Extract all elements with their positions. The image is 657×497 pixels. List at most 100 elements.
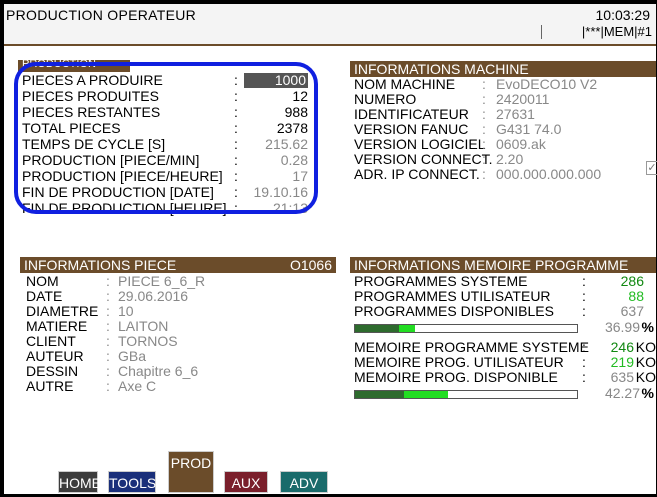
memory-percent-value: 36.99 [604,319,640,335]
memory-row-unit: KO [635,354,656,370]
piece-row-label: NOM [26,273,59,289]
machine-row-value: 2420011 [496,91,550,107]
memory-row: PROGRAMMES UTILISATEUR: 88 [354,289,656,304]
piece-heading: INFORMATIONS PIECE O1066 [20,257,336,273]
tab-tools[interactable]: TOOLS [108,471,156,493]
memory-row-value: 219 [610,354,634,370]
memory-row-value: 637 [620,303,644,319]
tab-prod[interactable]: PROD [168,451,214,493]
piece-row-colon: : [106,288,110,304]
machine-row-label: VERSION CONNECT. [354,151,493,167]
program-number: O1066 [289,257,332,273]
piece-row-value: 29.06.2016 [118,288,189,304]
memory-row: MEMOIRE PROGRAMME SYSTEME: 246 KO [354,340,656,355]
piece-row-colon: : [106,333,110,349]
machine-row-value: EvoDECO10 V2 [496,76,598,92]
machine-row-colon: : [482,136,486,152]
piece-row: DIAMETRE:10 [26,304,326,319]
memory-row-colon: : [582,303,586,319]
machine-row: VERSION LOGICIEL:0609.ak [354,137,644,152]
machine-row: IDENTIFICATEUR:27631 [354,107,644,122]
memory-row-colon: : [582,288,586,304]
piece-row: AUTEUR: GBa [26,349,326,364]
bar-system-fill [355,391,404,398]
piece-row-label: MATIERE [26,318,88,334]
piece-row: CLIENT: TORNOS [26,334,326,349]
machine-row-value: G431 74.0 [496,121,562,137]
bar-system-fill [355,325,400,332]
piece-row-value: Chapitre 6_6 [118,363,199,379]
machine-row: ADR. IP CONNECT.:000.000.000.000 [354,167,644,182]
piece-row-value: Axe C [118,378,157,394]
machine-row: NOM MACHINE: EvoDECO10 V2 [354,77,644,92]
machine-row-label: NOM MACHINE [354,76,456,92]
machine-row-colon: : [482,76,486,92]
tab-label: HOME [59,475,101,491]
piece-row-value: LAITON [118,318,169,334]
piece-row: DATE:29.06.2016 [26,289,326,304]
memory-row: PROGRAMMES DISPONIBLES: 637 [354,304,656,319]
memory-row-colon: : [582,339,586,355]
divider [541,25,542,39]
memory-row: MEMOIRE PROG. DISPONIBLE: 635 KO [354,370,656,385]
memory-row-label: PROGRAMMES DISPONIBLES [354,303,554,319]
machine-row-colon: : [482,121,486,137]
machine-row: NUMERO:2420011 [354,92,644,107]
tab-label: PROD [170,455,212,471]
piece-row: DESSIN: Chapitre 6_6 [26,364,326,379]
cnc-screen: PRODUCTION OPERATEUR 10:03:29 |***|MEM|#… [4,4,657,494]
tab-label: ADV [289,475,319,491]
memory-usage-bar [354,390,578,399]
piece-row-label: DATE [26,288,63,304]
piece-row-colon: : [106,378,110,394]
clock: 10:03:29 [595,7,651,23]
piece-row: NOM: PIECE 6_6_R [26,274,326,289]
memory-percent: 36.99% [586,320,656,335]
memory-heading: INFORMATIONS MEMOIRE PROGRAMME [350,257,656,273]
piece-row-colon: : [106,363,110,379]
piece-row: MATIERE: LAITON [26,319,326,334]
piece-heading-label: INFORMATIONS PIECE [24,257,177,273]
machine-row-label: IDENTIFICATEUR [354,106,469,122]
memory-row: PROGRAMMES SYSTEME: 286 [354,274,656,289]
piece-row-label: CLIENT [26,333,76,349]
machine-row-colon: : [482,91,486,107]
memory-row-value: 286 [620,273,644,289]
tab-home[interactable]: HOME [58,471,101,493]
piece-row-label: DESSIN [26,363,79,379]
memory-row-value: 635 [610,369,634,385]
memory-row-label: PROGRAMMES UTILISATEUR [354,288,551,304]
machine-row-value: 0609.ak [496,136,546,152]
piece-row-value: PIECE 6_6_R [118,273,206,289]
piece-row-label: AUTEUR [26,348,84,364]
machine-row-value: 2.20 [496,151,524,167]
machine-row-label: VERSION LOGICIEL [354,136,486,152]
machine-row-colon: : [482,166,486,182]
tab-aux[interactable]: AUX [224,471,268,493]
piece-row-colon: : [106,318,110,334]
piece-row-colon: : [106,348,110,364]
title-bar: PRODUCTION OPERATEUR 10:03:29 |***|MEM|#… [4,4,656,46]
piece-row-colon: : [106,303,110,319]
memory-row-label: MEMOIRE PROG. UTILISATEUR [354,354,564,370]
tab-label: TOOLS [109,475,157,491]
machine-row-colon: : [482,151,486,167]
memory-row-value: 246 [610,339,634,355]
machine-row-label: VERSION FANUC [354,121,469,137]
highlight-circle [14,62,318,214]
machine-row-colon: : [482,106,486,122]
memory-percent-unit: % [641,319,654,335]
machine-row-value: 27631 [496,106,535,122]
memory-row-unit: KO [635,339,656,355]
memory-row-label: PROGRAMMES SYSTEME [354,273,528,289]
piece-row-value: 10 [118,303,134,319]
bar-user-fill [399,325,415,332]
mode-indicator: |***|MEM|#1 [581,24,652,39]
memory-row-colon: : [582,354,586,370]
machine-heading: INFORMATIONS MACHINE [350,61,656,77]
memory-row-value: 88 [628,288,644,304]
machine-row: VERSION CONNECT.:2.20 [354,152,644,167]
tab-adv[interactable]: ADV [280,471,328,493]
connect-checkbox[interactable]: ✓ [646,161,657,175]
bar-user-fill [403,391,449,398]
